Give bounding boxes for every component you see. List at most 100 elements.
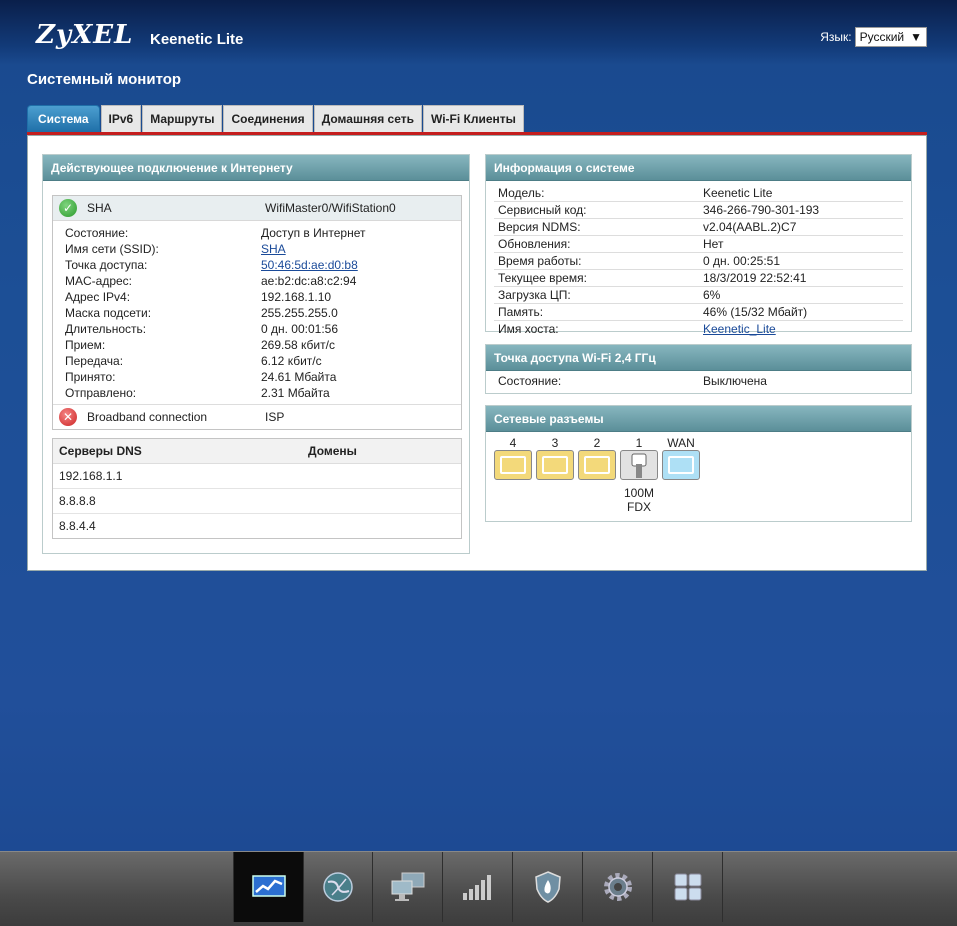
tab-home-network[interactable]: Домашняя сеть bbox=[313, 105, 422, 132]
system-info-title: Информация о системе bbox=[486, 155, 911, 181]
row-label: Передача: bbox=[65, 354, 124, 368]
row-value: 192.168.1.10 bbox=[261, 290, 332, 304]
port-2[interactable]: 2 bbox=[578, 436, 616, 514]
internet-globe-icon bbox=[322, 872, 353, 902]
active-connection-row[interactable]: ✓ SHA WifiMaster0/WifiStation0 bbox=[53, 196, 461, 221]
internet-panel-title: Действующее подключение к Интернету bbox=[43, 155, 469, 181]
brand-logo: ZyXEL bbox=[36, 20, 134, 50]
row-label: Время работы: bbox=[498, 254, 582, 268]
tab-connections[interactable]: Соединения bbox=[223, 105, 313, 132]
main-content: Действующее подключение к Интернету ✓ SH… bbox=[27, 135, 927, 571]
connected-cable-icon bbox=[620, 450, 658, 480]
dns-table: Серверы DNS Домены 192.168.1.1 8.8.8.8 8… bbox=[52, 438, 462, 539]
language-selector: Язык: Русский ▼ bbox=[820, 27, 927, 47]
ports-panel-title: Сетевые разъемы bbox=[486, 406, 911, 432]
dns-server: 8.8.8.8 bbox=[59, 494, 96, 508]
wifi-panel-title: Точка доступа Wi-Fi 2,4 ГГц bbox=[486, 345, 911, 371]
info-row: Имя сети (SSID): SHA bbox=[53, 241, 461, 257]
row-label: Маска подсети: bbox=[65, 306, 152, 320]
tab-routes[interactable]: Маршруты bbox=[142, 105, 223, 132]
connection-interface: WifiMaster0/WifiStation0 bbox=[265, 201, 396, 215]
info-row: Маска подсети: 255.255.255.0 bbox=[53, 305, 461, 321]
row-label: Обновления: bbox=[498, 237, 571, 251]
row-value: 46% (15/32 Мбайт) bbox=[703, 305, 808, 319]
monitor-icon bbox=[251, 875, 286, 897]
language-select[interactable]: Русский ▼ bbox=[854, 27, 927, 47]
port-1[interactable]: 1 100M FDX bbox=[620, 436, 658, 514]
info-row: Сервисный код: 346-266-790-301-193 bbox=[494, 202, 903, 219]
info-row: Адрес IPv4: 192.168.1.10 bbox=[53, 289, 461, 305]
ssid-link[interactable]: SHA bbox=[261, 242, 286, 256]
tab-ipv6[interactable]: IPv6 bbox=[100, 105, 142, 132]
row-label: Адрес IPv4: bbox=[65, 290, 131, 304]
tab-system[interactable]: Система bbox=[27, 105, 100, 132]
nav-internet[interactable] bbox=[303, 852, 373, 922]
row-value: 269.58 кбит/с bbox=[261, 338, 335, 352]
row-label: Сервисный код: bbox=[498, 203, 587, 217]
row-label: Состояние: bbox=[498, 374, 562, 388]
tab-bar: Система IPv6 Маршруты Соединения Домашня… bbox=[27, 105, 525, 132]
row-label: Загрузка ЦП: bbox=[498, 288, 571, 302]
row-label: Версия NDMS: bbox=[498, 220, 581, 234]
row-label: Длительность: bbox=[65, 322, 147, 336]
connection-name: Broadband connection bbox=[87, 410, 208, 424]
bottom-nav bbox=[0, 851, 957, 926]
port-wan[interactable]: WAN bbox=[662, 436, 700, 514]
info-row: Имя хоста: Keenetic_Lite bbox=[494, 321, 903, 337]
error-icon: ✕ bbox=[59, 408, 77, 426]
row-value: Доступ в Интернет bbox=[261, 226, 366, 240]
row-label: Имя хоста: bbox=[498, 322, 559, 336]
nav-settings[interactable] bbox=[583, 852, 653, 922]
info-row: Модель: Keenetic Lite bbox=[494, 185, 903, 202]
nav-security[interactable] bbox=[513, 852, 583, 922]
nav-monitor[interactable] bbox=[233, 852, 304, 922]
port-speed: 100M bbox=[623, 486, 655, 500]
hostname-link[interactable]: Keenetic_Lite bbox=[703, 322, 776, 336]
row-value: 0 дн. 00:25:51 bbox=[703, 254, 781, 268]
system-info-panel: Информация о системе Модель: Keenetic Lit… bbox=[485, 154, 912, 336]
chevron-down-icon: ▼ bbox=[910, 30, 922, 44]
home-network-icon bbox=[391, 872, 424, 901]
security-shield-icon bbox=[534, 871, 561, 903]
info-row: Текущее время: 18/3/2019 22:52:41 bbox=[494, 270, 903, 287]
port-3[interactable]: 3 bbox=[536, 436, 574, 514]
ethernet-port-icon bbox=[578, 450, 616, 480]
info-row: Версия NDMS: v2.04(AABL.2)C7 bbox=[494, 219, 903, 236]
row-value: ae:b2:dc:a8:c2:94 bbox=[261, 274, 357, 288]
row-value: Выключена bbox=[703, 374, 767, 388]
nav-wifi[interactable] bbox=[443, 852, 513, 922]
info-row: Состояние: Выключена bbox=[494, 371, 903, 391]
info-row: Память: 46% (15/32 Мбайт) bbox=[494, 304, 903, 321]
ethernet-port-icon bbox=[494, 450, 532, 480]
row-value: Нет bbox=[703, 237, 724, 251]
row-label: Текущее время: bbox=[498, 271, 587, 285]
access-point-link[interactable]: 50:46:5d:ae:d0:b8 bbox=[261, 258, 358, 272]
info-row: Точка доступа: 50:46:5d:ae:d0:b8 bbox=[53, 257, 461, 273]
port-label: 1 bbox=[635, 436, 643, 450]
table-row: 192.168.1.1 bbox=[53, 464, 461, 489]
connection-interface: ISP bbox=[265, 410, 285, 424]
other-connection-row[interactable]: ✕ Broadband connection ISP bbox=[53, 404, 461, 429]
network-ports-panel: Сетевые разъемы 4 3 2 1 100M FDX WAN bbox=[485, 405, 912, 522]
check-icon: ✓ bbox=[59, 199, 77, 217]
nav-apps[interactable] bbox=[653, 852, 723, 922]
settings-gear-icon bbox=[603, 873, 632, 901]
table-row: 8.8.4.4 bbox=[53, 514, 461, 538]
row-label: Состояние: bbox=[65, 226, 129, 240]
info-row: Принято: 24.61 Мбайта bbox=[53, 369, 461, 385]
ports-row: 4 3 2 1 100M FDX WAN bbox=[486, 432, 911, 514]
row-label: Прием: bbox=[65, 338, 106, 352]
language-value: Русский bbox=[859, 30, 905, 44]
row-value: v2.04(AABL.2)C7 bbox=[703, 220, 797, 234]
header-bar bbox=[0, 0, 957, 65]
nav-home-network[interactable] bbox=[373, 852, 443, 922]
row-value: Keenetic Lite bbox=[703, 186, 773, 200]
row-value: 346-266-790-301-193 bbox=[703, 203, 820, 217]
row-value: 255.255.255.0 bbox=[261, 306, 338, 320]
dns-col-servers: Серверы DNS bbox=[59, 444, 142, 458]
language-label: Язык: bbox=[820, 30, 852, 44]
tab-wifi-clients[interactable]: Wi-Fi Клиенты bbox=[422, 105, 524, 132]
port-4[interactable]: 4 bbox=[494, 436, 532, 514]
info-row: Длительность: 0 дн. 00:01:56 bbox=[53, 321, 461, 337]
row-value: 2.31 Мбайта bbox=[261, 386, 330, 400]
